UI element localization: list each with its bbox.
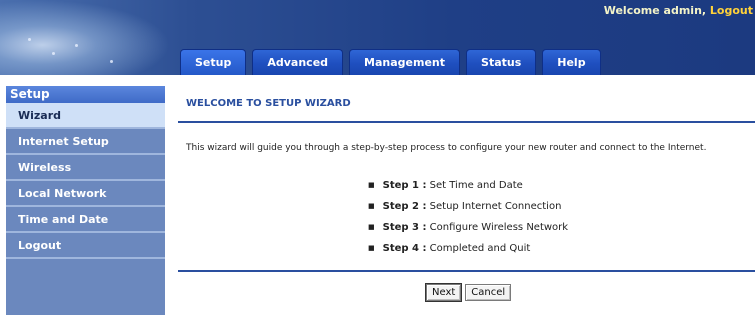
tab-advanced[interactable]: Advanced	[252, 49, 344, 75]
steps-list: Step 1 : Set Time and Date Step 2 : Setu…	[368, 175, 568, 259]
sparkle-icon	[75, 44, 78, 47]
cancel-button[interactable]: Cancel	[465, 284, 512, 301]
header-logout-link[interactable]: Logout	[710, 4, 753, 17]
intro-text: This wizard will guide you through a ste…	[186, 143, 707, 153]
step-text: Configure Wireless Network	[426, 222, 569, 233]
list-item: Step 3 : Configure Wireless Network	[368, 217, 568, 238]
sidebar-item-logout[interactable]: Logout	[6, 233, 165, 259]
divider	[178, 270, 755, 272]
sidebar-item-wizard[interactable]: Wizard	[6, 103, 165, 129]
list-item: Step 4 : Completed and Quit	[368, 238, 568, 259]
sparkle-icon	[28, 38, 31, 41]
tab-help[interactable]: Help	[542, 49, 601, 75]
step-label: Step 2 :	[382, 201, 427, 212]
sidebar-item-wireless[interactable]: Wireless	[6, 155, 165, 181]
welcome-message: Welcome admin, Logout	[604, 4, 753, 17]
sidebar-item-internet-setup[interactable]: Internet Setup	[6, 129, 165, 155]
step-label: Step 3 :	[382, 222, 427, 233]
step-text: Set Time and Date	[426, 180, 523, 191]
sidebar: Setup Wizard Internet Setup Wireless Loc…	[6, 86, 165, 315]
sparkle-icon	[110, 60, 113, 63]
banner-artwork	[0, 0, 170, 75]
list-item: Step 2 : Setup Internet Connection	[368, 196, 568, 217]
sidebar-title: Setup	[6, 86, 165, 103]
sparkle-icon	[52, 52, 55, 55]
wizard-buttons: Next Cancel	[424, 283, 512, 302]
step-text: Completed and Quit	[426, 243, 531, 254]
tab-setup[interactable]: Setup	[180, 49, 247, 75]
next-button[interactable]: Next	[424, 283, 463, 302]
sidebar-item-time-and-date[interactable]: Time and Date	[6, 207, 165, 233]
step-label: Step 1 :	[382, 180, 427, 191]
header-banner: Welcome admin, Logout Setup Advanced Man…	[0, 0, 755, 75]
main-content: WELCOME TO SETUP WIZARD This wizard will…	[178, 86, 755, 315]
page-title: WELCOME TO SETUP WIZARD	[186, 98, 351, 109]
sidebar-item-local-network[interactable]: Local Network	[6, 181, 165, 207]
tab-status[interactable]: Status	[466, 49, 537, 75]
main-tabs: Setup Advanced Management Status Help	[180, 49, 601, 75]
divider	[178, 121, 755, 123]
step-label: Step 4 :	[382, 243, 427, 254]
welcome-text: Welcome admin,	[603, 4, 710, 17]
list-item: Step 1 : Set Time and Date	[368, 175, 568, 196]
step-text: Setup Internet Connection	[426, 201, 562, 212]
tab-management[interactable]: Management	[349, 49, 461, 75]
